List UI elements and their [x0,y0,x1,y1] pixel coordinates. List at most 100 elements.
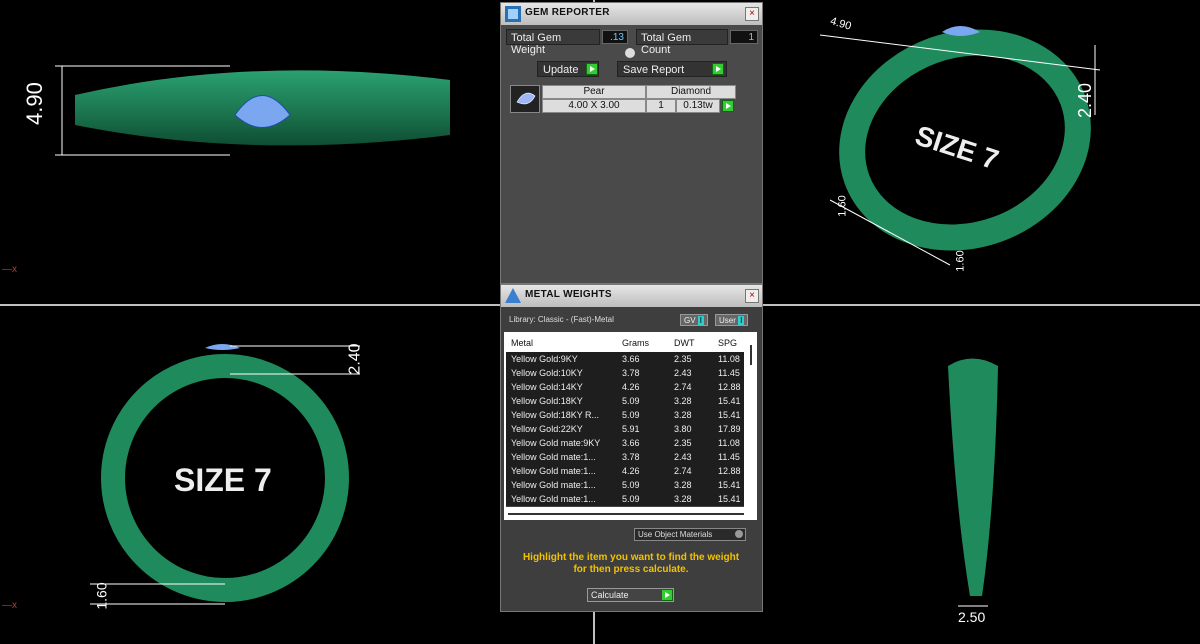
dimension-label: 1.60 [93,582,110,610]
cell-spg: 11.08 [718,354,740,364]
cell-dwt: 3.28 [674,396,692,406]
cell-spg: 11.45 [718,368,740,378]
dimension-label: 2.40 [1075,82,1096,119]
column-header-metal[interactable]: Metal [511,336,619,350]
cell-grams: 5.09 [622,396,640,406]
toggle-knob-icon [735,530,743,538]
cell-spg: 12.88 [718,382,741,392]
cell-dwt: 2.43 [674,452,692,462]
cell-grams: 3.66 [622,438,640,448]
cell-metal: Yellow Gold:9KY [511,354,578,364]
cell-metal: Yellow Gold:10KY [511,368,583,378]
gem-quantity[interactable]: 1 [646,99,676,113]
update-label: Update [543,64,579,76]
cell-spg: 15.41 [718,494,741,504]
table-row[interactable]: Yellow Gold:14KY 4.26 2.74 12.88 [506,380,744,395]
cell-grams: 5.09 [622,410,640,420]
library-label: Library: Classic - (Fast)-Metal [509,315,614,324]
cell-metal: Yellow Gold mate:1... [511,466,596,476]
use-object-materials-label: Use Object Materials [638,530,713,539]
cell-metal: Yellow Gold:18KY [511,396,583,406]
cell-metal: Yellow Gold:14KY [511,382,583,392]
cell-grams: 3.78 [622,368,640,378]
gem-reporter-titlebar[interactable]: GEM REPORTER × [501,3,762,25]
metal-weights-titlebar[interactable]: METAL WEIGHTS × [501,285,762,307]
calculate-go-icon[interactable] [661,589,673,601]
table-row[interactable]: Yellow Gold:18KY 5.09 3.28 15.41 [506,394,744,409]
metal-weights-table[interactable]: Metal Grams DWT SPG Yellow Gold:9KY 3.66 2… [504,332,757,520]
table-header: Metal Grams DWT SPG [506,336,744,350]
cell-metal: Yellow Gold mate:9KY [511,438,601,448]
table-row[interactable]: Yellow Gold mate:1... 5.09 3.28 15.41 [506,492,744,507]
cell-grams: 5.09 [622,480,640,490]
close-icon[interactable]: × [745,7,759,21]
cell-metal: Yellow Gold mate:1... [511,452,596,462]
save-report-go-icon[interactable] [712,63,724,75]
gv-indicator: I [697,316,705,325]
cell-metal: Yellow Gold mate:1... [511,480,596,490]
cell-dwt: 3.80 [674,424,692,434]
close-icon[interactable]: × [745,289,759,303]
dimension-label: 1.60 [836,195,849,217]
pear-gem [205,344,240,350]
gem-weight[interactable]: 0.13tw [676,99,720,113]
table-row[interactable]: Yellow Gold:10KY 3.78 2.43 11.45 [506,366,744,381]
dimension-label: 2.40 [346,343,364,375]
vertical-scrollbar[interactable] [750,345,752,365]
gv-toggle[interactable]: GV I [680,314,709,326]
expand-handle[interactable] [625,48,635,58]
user-label: User [719,316,736,325]
column-header-dwt[interactable]: DWT [674,336,714,350]
cell-dwt: 2.35 [674,438,692,448]
table-row[interactable]: Yellow Gold mate:1... 3.78 2.43 11.45 [506,450,744,465]
cell-grams: 3.78 [622,452,640,462]
column-header-grams[interactable]: Grams [622,336,666,350]
viewport-bottom-right[interactable] [900,306,1200,644]
gem-reporter-panel: GEM REPORTER × Total Gem Weight .13 Tota… [500,2,763,284]
cell-spg: 15.41 [718,410,741,420]
table-row[interactable]: Yellow Gold mate:9KY 3.66 2.35 11.08 [506,436,744,451]
cell-dwt: 3.28 [674,480,692,490]
cell-grams: 4.26 [622,466,640,476]
cell-grams: 3.66 [622,354,640,364]
gem-type[interactable]: Diamond [646,85,736,99]
metal-weights-icon [504,287,522,305]
cell-dwt: 3.28 [674,494,692,504]
dimension-label: 4.90 [22,82,47,125]
cell-grams: 5.91 [622,424,640,434]
table-row[interactable]: Yellow Gold mate:1... 4.26 2.74 12.88 [506,464,744,479]
total-gem-weight-value: .13 [602,30,628,44]
cell-dwt: 2.43 [674,368,692,378]
table-row[interactable]: Yellow Gold:18KY R... 5.09 3.28 15.41 [506,408,744,423]
gv-label: GV [684,316,696,325]
table-row[interactable]: Yellow Gold:9KY 3.66 2.35 11.08 [506,352,744,367]
cell-spg: 15.41 [718,396,741,406]
gem-shape[interactable]: Pear [542,85,646,99]
save-report-button[interactable]: Save Report [617,61,727,77]
viewport-top-left[interactable] [0,0,500,304]
user-indicator: I [738,316,745,325]
total-gem-weight-label: Total Gem Weight [506,29,600,56]
total-gem-count-label: Total Gem Count [636,29,728,56]
table-row[interactable]: Yellow Gold mate:1... 5.09 3.28 15.41 [506,478,744,493]
cell-spg: 17.89 [718,424,741,434]
use-object-materials-toggle[interactable]: Use Object Materials [634,528,746,541]
cell-dwt: 2.74 [674,382,692,392]
gem-size[interactable]: 4.00 X 3.00 [542,99,646,113]
ring-engraving-text: SIZE 7 [174,462,272,498]
cell-spg: 11.45 [718,452,740,462]
user-toggle[interactable]: User I [715,314,749,326]
cell-spg: 15.41 [718,480,741,490]
gem-row-go-icon[interactable] [722,100,734,112]
total-gem-count-value: 1 [730,30,758,44]
dimension-label: 1.60 [954,250,967,272]
instruction-text: Highlight the item you want to find the … [522,552,740,575]
column-header-spg[interactable]: SPG [718,336,746,350]
metal-weights-title: METAL WEIGHTS [525,289,612,300]
cell-dwt: 2.35 [674,354,692,364]
update-go-icon[interactable] [586,63,598,75]
table-row[interactable]: Yellow Gold:22KY 5.91 3.80 17.89 [506,422,744,437]
horizontal-scrollbar[interactable] [508,513,744,515]
cell-spg: 11.08 [718,438,740,448]
cell-metal: Yellow Gold:22KY [511,424,583,434]
